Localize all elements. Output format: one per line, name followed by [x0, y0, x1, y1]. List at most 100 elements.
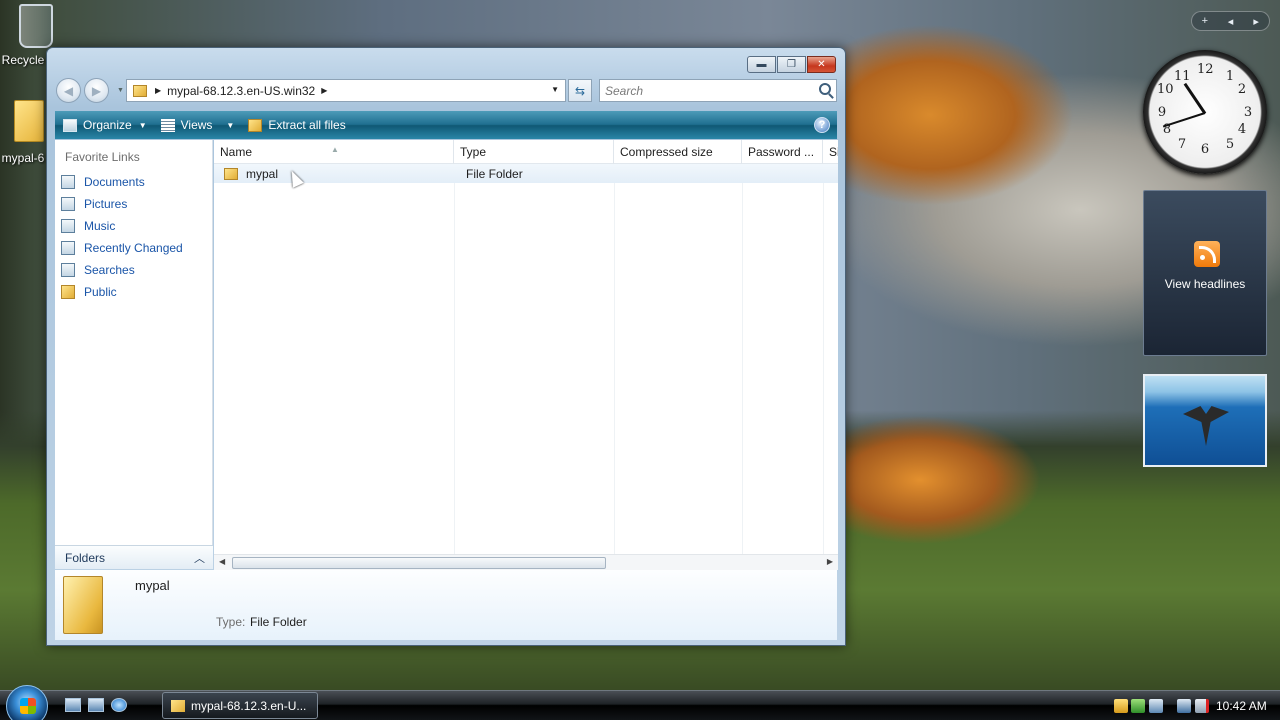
show-desktop-icon[interactable] — [65, 698, 81, 712]
clock-number: 10 — [1157, 82, 1174, 97]
sort-up-icon: ▲ — [331, 145, 339, 154]
column-header-password[interactable]: Password ... — [742, 140, 823, 164]
address-dropdown-icon[interactable]: ▼ — [551, 85, 559, 94]
feed-headlines-gadget[interactable]: View headlines — [1143, 190, 1267, 356]
large-folder-icon — [63, 576, 103, 634]
start-button[interactable] — [6, 685, 48, 720]
breadcrumb-item[interactable]: mypal-68.12.3.en-US.win32 — [167, 84, 315, 98]
internet-explorer-icon[interactable] — [111, 698, 127, 712]
view-headlines-label[interactable]: View headlines — [1144, 277, 1266, 291]
row-type: File Folder — [466, 166, 523, 181]
navigation-pane: Favorite Links Documents Pictures Music … — [55, 140, 213, 551]
zip-folder-icon — [171, 699, 185, 712]
sidebar-controls: + ◂ ▸ — [1191, 11, 1270, 31]
network-icon[interactable] — [1177, 699, 1191, 713]
clock-number: 4 — [1237, 122, 1247, 137]
extract-all-button[interactable]: Extract all files — [241, 111, 352, 139]
chevron-up-icon: ︿ — [194, 553, 205, 565]
caption-buttons: ▬ ❐ ✕ — [746, 56, 836, 73]
column-header-compressed-size[interactable]: Compressed size — [614, 140, 742, 164]
slideshow-gadget[interactable] — [1143, 374, 1267, 467]
column-header-type[interactable]: Type — [454, 140, 614, 164]
command-bar: Organize ▼ Views ▼ Extract all files ? — [55, 111, 837, 139]
details-name: mypal — [135, 578, 170, 593]
pictures-icon — [61, 197, 75, 211]
nav-link-label: Music — [84, 219, 116, 233]
column-divider — [742, 164, 743, 554]
previous-page-button[interactable]: ◂ — [1218, 15, 1244, 28]
column-header-name[interactable]: Name ▲ — [214, 140, 454, 164]
public-folder-icon — [61, 285, 75, 299]
searches-icon — [61, 263, 75, 277]
maximize-button[interactable]: ❐ — [777, 56, 806, 73]
organize-icon — [63, 118, 77, 132]
forward-button[interactable]: ▶ — [84, 78, 109, 103]
views-label: Views — [180, 118, 213, 132]
desktop-zip-folder-icon[interactable] — [14, 100, 44, 142]
folders-label: Folders — [65, 550, 106, 565]
nav-link-documents[interactable]: Documents — [61, 175, 145, 189]
column-header-row: Name ▲ Type Compressed size Password ... … — [214, 140, 838, 164]
recycle-bin-icon[interactable] — [19, 4, 53, 48]
horizontal-scrollbar[interactable]: ◀ ▶ — [214, 554, 838, 570]
nav-link-pictures[interactable]: Pictures — [61, 197, 127, 211]
file-list: Name ▲ Type Compressed size Password ... … — [214, 140, 838, 570]
views-button[interactable]: Views ▼ — [154, 111, 242, 139]
clock-number: 7 — [1177, 137, 1187, 152]
organize-label: Organize — [83, 118, 132, 132]
scroll-left-icon[interactable]: ◀ — [219, 557, 225, 566]
close-button[interactable]: ✕ — [807, 56, 836, 73]
scrollbar-thumb[interactable] — [232, 557, 606, 569]
documents-icon — [61, 175, 75, 189]
search-icon[interactable] — [819, 83, 831, 95]
recent-pages-dropdown[interactable]: ▼ — [117, 87, 124, 94]
help-icon[interactable]: ? — [814, 117, 830, 133]
taskbar-window-label: mypal-68.12.3.en-U... — [191, 698, 307, 713]
whale-tail-image — [1183, 406, 1229, 446]
folders-toggle[interactable]: Folders ︿ — [55, 545, 213, 569]
next-page-button[interactable]: ▸ — [1243, 15, 1269, 28]
folder-icon — [224, 167, 238, 180]
organize-button[interactable]: Organize ▼ — [55, 111, 154, 139]
nav-link-label: Recently Changed — [84, 241, 183, 255]
breadcrumb-arrow-icon[interactable]: ▶ — [321, 86, 327, 95]
column-label: Name — [220, 145, 253, 159]
row-name: mypal — [246, 166, 279, 181]
clock-number: 11 — [1174, 69, 1191, 84]
extract-icon — [248, 118, 263, 132]
table-row[interactable]: mypal File Folder — [214, 164, 838, 183]
zip-folder-icon — [133, 84, 147, 97]
refresh-button[interactable]: ⇆ — [568, 79, 592, 102]
tray-app-icon[interactable] — [1149, 699, 1163, 713]
details-pane: mypal Type: File Folder — [55, 570, 837, 640]
address-bar[interactable]: ▶ mypal-68.12.3.en-US.win32 ▶ ▼ — [126, 79, 566, 102]
add-gadget-button[interactable]: + — [1192, 15, 1218, 27]
nav-link-recently-changed[interactable]: Recently Changed — [61, 241, 183, 255]
column-header-size[interactable]: Si — [823, 140, 838, 164]
search-placeholder: Search — [605, 83, 644, 98]
scroll-right-icon[interactable]: ▶ — [827, 557, 833, 566]
security-shield-icon[interactable] — [1114, 699, 1128, 713]
taskbar-window-button[interactable]: mypal-68.12.3.en-U... — [162, 692, 318, 719]
search-input[interactable]: Search — [599, 79, 837, 102]
switch-windows-icon[interactable] — [88, 698, 104, 712]
taskbar-clock[interactable]: 10:42 AM — [1216, 699, 1267, 713]
taskbar: mypal-68.12.3.en-U... 10:42 AM — [0, 685, 1280, 720]
clock-gadget[interactable]: 12 1 2 3 4 5 6 7 8 9 10 11 — [1143, 50, 1267, 174]
minimize-button[interactable]: ▬ — [747, 56, 776, 73]
recycle-bin-label: Recycle — [1, 53, 45, 67]
volume-muted-icon[interactable] — [1195, 699, 1209, 713]
extract-label: Extract all files — [268, 118, 346, 132]
back-button[interactable]: ◀ — [56, 78, 81, 103]
nav-link-label: Searches — [84, 263, 135, 277]
nav-link-music[interactable]: Music — [61, 219, 115, 233]
clock-number: 2 — [1237, 82, 1247, 97]
chevron-down-icon: ▼ — [226, 120, 235, 130]
tray-check-icon[interactable] — [1131, 699, 1145, 713]
column-divider — [823, 164, 824, 554]
nav-link-searches[interactable]: Searches — [61, 263, 135, 277]
details-type-label: Type: — [216, 615, 246, 629]
clock-hour-hand — [1183, 82, 1207, 115]
breadcrumb-arrow-icon[interactable]: ▶ — [155, 86, 161, 95]
nav-link-public[interactable]: Public — [61, 285, 117, 299]
